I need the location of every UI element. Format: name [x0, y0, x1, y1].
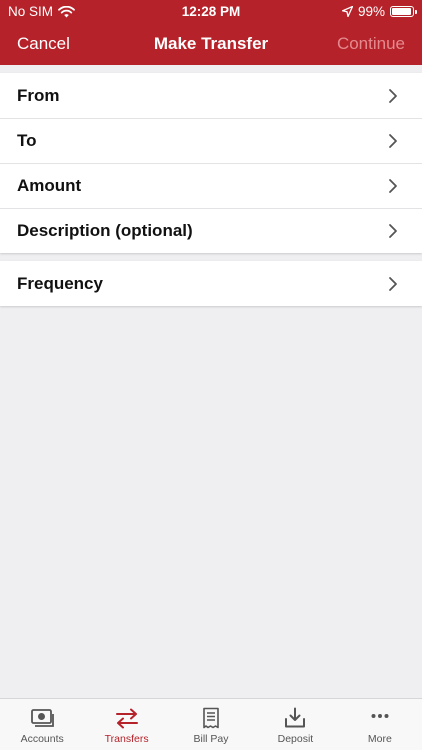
status-bar: No SIM 12:28 PM 99% — [0, 0, 422, 22]
location-arrow-icon — [341, 6, 353, 17]
chevron-right-icon — [389, 89, 397, 103]
row-label: Description (optional) — [17, 220, 193, 240]
frequency-row[interactable]: Frequency — [0, 261, 422, 306]
row-label: To — [17, 130, 37, 150]
chevron-right-icon — [389, 134, 397, 148]
tab-label: More — [367, 733, 392, 745]
chevron-right-icon — [389, 179, 397, 193]
continue-button[interactable]: Continue — [337, 34, 405, 54]
transfers-icon — [115, 708, 138, 729]
tab-more[interactable]: More — [338, 699, 422, 750]
status-right: 99% — [341, 4, 417, 19]
header: No SIM 12:28 PM 99% Cancel Make Transfer… — [0, 0, 422, 65]
row-label: Frequency — [17, 273, 103, 293]
to-row[interactable]: To — [0, 118, 422, 163]
tab-bar: Accounts Transfers Bill Pay Deposit More — [0, 698, 422, 750]
accounts-icon — [31, 709, 55, 727]
battery-icon — [390, 6, 417, 17]
frequency-group: Frequency — [0, 261, 422, 306]
chevron-right-icon — [389, 224, 397, 238]
row-label: Amount — [17, 175, 82, 195]
tab-label: Accounts — [20, 733, 64, 745]
tab-label: Bill Pay — [193, 733, 229, 745]
row-label: From — [17, 85, 60, 105]
deposit-icon — [285, 707, 306, 728]
amount-row[interactable]: Amount — [0, 163, 422, 208]
tab-accounts[interactable]: Accounts — [0, 699, 84, 750]
bill-pay-icon — [203, 707, 219, 729]
tab-label: Deposit — [277, 733, 314, 745]
from-row[interactable]: From — [0, 73, 422, 118]
tab-bill-pay[interactable]: Bill Pay — [169, 699, 253, 750]
chevron-right-icon — [389, 277, 397, 291]
tab-label: Transfers — [104, 733, 149, 745]
tab-deposit[interactable]: Deposit — [253, 699, 337, 750]
more-icon — [371, 714, 389, 718]
tab-transfers[interactable]: Transfers — [84, 699, 168, 750]
battery-text: 99% — [357, 4, 385, 19]
transfer-details-group: From To Amount Description (optional) — [0, 73, 422, 253]
navigation-bar: Cancel Make Transfer Continue — [0, 22, 422, 65]
description-row[interactable]: Description (optional) — [0, 208, 422, 253]
